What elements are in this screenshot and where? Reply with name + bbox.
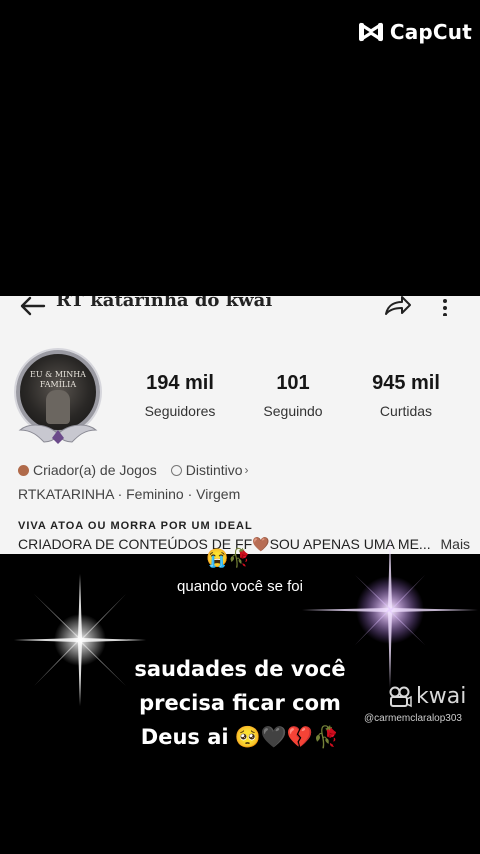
capcut-logo-icon <box>358 22 383 42</box>
profile-topbar: RT katarinha do kwai <box>0 296 480 318</box>
distinct-badge-label[interactable]: Distintivo <box>186 462 243 478</box>
stat-label: Seguidores <box>144 403 216 419</box>
message-line-3: Deus ai 🥺🖤💔🥀 <box>141 720 339 754</box>
stat-label: Curtidas <box>379 403 433 419</box>
message-line-3-text: Deus ai <box>140 725 229 749</box>
stat-value: 945 mil <box>372 372 440 394</box>
caption-quando-voce-se-foi: quando você se foi <box>177 578 303 595</box>
creator-badge-icon <box>18 464 29 476</box>
kwai-handle: @carmemclaralop303 <box>364 713 462 724</box>
emoji-crying-rose: 😭🥀 <box>206 548 251 568</box>
kwai-watermark: kwai <box>388 684 466 709</box>
avatar-caption: EU & MINHA FAMÍLIA <box>30 370 86 389</box>
more-vertical-icon[interactable] <box>440 298 450 316</box>
profile-motto: VIVA ATOA OU MORRA POR UM IDEAL <box>18 520 253 532</box>
profile-meta: RTKATARINHA · Feminino · Virgem <box>18 486 241 502</box>
avatar-figure <box>46 390 70 424</box>
creator-badge-label[interactable]: Criador(a) de Jogos <box>33 462 157 478</box>
capcut-watermark: CapCut <box>358 20 472 44</box>
message-line-1: saudades de você <box>134 657 346 681</box>
profile-badges: Criador(a) de Jogos Distintivo › <box>18 462 249 478</box>
chevron-right-icon: › <box>244 463 249 477</box>
profile-panel: RT katarinha do kwai EU & MINHA FAMÍLIA … <box>0 296 480 554</box>
stat-value: 101 <box>276 372 310 394</box>
kwai-logo-icon <box>389 686 412 707</box>
avatar[interactable]: EU & MINHA FAMÍLIA <box>12 346 104 450</box>
back-arrow-icon[interactable] <box>18 296 46 316</box>
stat-value: 194 mil <box>146 372 214 394</box>
stat-following[interactable]: 101 Seguindo <box>246 372 340 419</box>
avatar-frame-wings-icon <box>18 424 98 444</box>
distinct-badge-icon <box>170 464 182 476</box>
stat-likes[interactable]: 945 mil Curtidas <box>356 372 456 419</box>
stat-label: Seguindo <box>263 403 323 419</box>
share-icon[interactable] <box>382 296 412 316</box>
profile-username: RT katarinha do kwai <box>56 296 273 311</box>
capcut-brand: CapCut <box>389 20 472 44</box>
stat-followers[interactable]: 194 mil Seguidores <box>130 372 230 419</box>
kwai-brand: kwai <box>416 684 467 709</box>
message-emojis: 🥺🖤💔🥀 <box>234 725 340 749</box>
